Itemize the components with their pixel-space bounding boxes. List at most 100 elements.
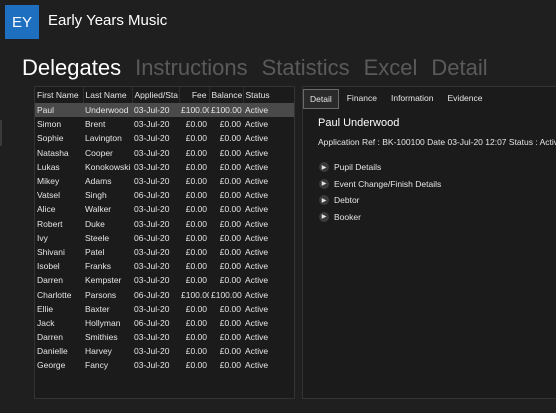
cell-applied: 03-Jul-20: [134, 261, 170, 272]
cell-fee: £100.00: [181, 289, 209, 300]
cell-first-name: Ivy: [37, 232, 48, 243]
col-header-fee[interactable]: Fee: [179, 87, 210, 103]
table-row[interactable]: Vatsel Singh 06-Jul-20 £0.00 £0.00 Active: [35, 188, 294, 202]
cell-applied: 03-Jul-20: [134, 303, 170, 314]
cell-applied: 03-Jul-20: [132, 103, 179, 118]
app-logo: EY: [5, 5, 39, 39]
cell-balance: £0.00: [219, 190, 241, 201]
chevron-right-icon: ▶: [319, 195, 329, 206]
pivot-instructions[interactable]: Instructions: [135, 54, 248, 82]
table-row[interactable]: Isobel Franks 03-Jul-20 £0.00 £0.00 Active: [35, 259, 294, 273]
cell-first-name: Ellie: [37, 303, 54, 314]
col-header-balance[interactable]: Balance: [209, 87, 244, 103]
pivot-delegates[interactable]: Delegates: [22, 54, 121, 82]
cell-last-name: Brent: [85, 119, 106, 130]
cell-first-name: Darren: [37, 275, 63, 286]
cell-fee: £0.00: [185, 119, 207, 130]
table-row[interactable]: Jack Hollyman 06-Jul-20 £0.00 £0.00 Active: [35, 316, 294, 330]
expander-label: Event Change/Finish Details: [334, 178, 442, 189]
table-row[interactable]: Charlotte Parsons 06-Jul-20 £100.00 £100.00 A…: [35, 287, 294, 301]
cell-applied: 03-Jul-20: [134, 275, 170, 286]
table-row[interactable]: Ellie Baxter 03-Jul-20 £0.00 £0.00 Active: [35, 302, 294, 316]
cell-first-name: George: [37, 360, 66, 371]
cell-balance: £0.00: [219, 317, 241, 328]
pivot-detail[interactable]: Detail: [431, 54, 487, 82]
cell-last-name: Singh: [85, 190, 107, 201]
cell-applied: 03-Jul-20: [134, 360, 170, 371]
cell-first-name: Paul: [35, 103, 83, 118]
table-row[interactable]: Alice Walker 03-Jul-20 £0.00 £0.00 Active: [35, 202, 294, 216]
chevron-right-icon: ▶: [319, 162, 329, 173]
cell-fee: £0.00: [185, 218, 207, 229]
cell-fee: £0.00: [185, 232, 207, 243]
table-row[interactable]: George Fancy 03-Jul-20 £0.00 £0.00 Active: [35, 358, 294, 372]
expander-label: Pupil Details: [334, 162, 382, 173]
cell-last-name: Lavington: [85, 133, 122, 144]
cell-first-name: Simon: [37, 119, 62, 130]
cell-balance: £0.00: [219, 246, 241, 257]
expander-event-change[interactable]: ▶ Event Change/Finish Details: [319, 176, 441, 193]
table-row[interactable]: Danielle Harvey 03-Jul-20 £0.00 £0.00 Active: [35, 344, 294, 358]
tab-detail[interactable]: Detail: [303, 89, 339, 109]
tab-information[interactable]: Information: [385, 89, 440, 109]
cell-last-name: Smithies: [85, 332, 118, 343]
cell-last-name: Patel: [85, 246, 105, 257]
cell-balance: £0.00: [219, 261, 241, 272]
detail-panel: Detail Finance Information Evidence Paul…: [302, 86, 556, 399]
table-row[interactable]: Lukas Konokowski 03-Jul-20 £0.00 £0.00 Active: [35, 160, 294, 174]
expander-label: Debtor: [334, 195, 360, 206]
cell-last-name: Cooper: [85, 147, 113, 158]
cell-last-name: Walker: [85, 204, 112, 215]
expander-debtor[interactable]: ▶ Debtor: [319, 192, 441, 209]
cell-status: Active: [245, 176, 269, 187]
cell-last-name: Konokowski: [85, 161, 131, 172]
cell-applied: 03-Jul-20: [134, 218, 170, 229]
cell-status: Active: [245, 246, 269, 257]
cell-fee: £0.00: [185, 317, 207, 328]
table-row[interactable]: Sophie Lavington 03-Jul-20 £0.00 £0.00 Active: [35, 131, 294, 145]
cell-last-name: Harvey: [85, 346, 112, 357]
cell-balance: £0.00: [219, 360, 241, 371]
tab-evidence[interactable]: Evidence: [442, 89, 489, 109]
side-handle[interactable]: [0, 120, 2, 146]
table-row[interactable]: Ivy Steele 06-Jul-20 £0.00 £0.00 Active: [35, 231, 294, 245]
cell-balance: £0.00: [219, 133, 241, 144]
tab-finance[interactable]: Finance: [341, 89, 383, 109]
col-header-first-name[interactable]: First Name: [35, 87, 84, 103]
cell-balance: £0.00: [219, 232, 241, 243]
cell-fee: £0.00: [185, 246, 207, 257]
col-header-status[interactable]: Status: [243, 87, 294, 103]
cell-applied: 06-Jul-20: [134, 317, 170, 328]
app-title: Early Years Music: [48, 12, 168, 29]
cell-first-name: Sophie: [37, 133, 64, 144]
table-row[interactable]: Paul Underwood 03-Jul-20 £100.00 £100.00 Acti…: [35, 103, 294, 118]
cell-fee: £0.00: [185, 147, 207, 158]
cell-status: Active: [245, 303, 269, 314]
cell-fee: £0.00: [185, 360, 207, 371]
cell-balance: £0.00: [219, 119, 241, 130]
pivot-excel[interactable]: Excel: [364, 54, 418, 82]
cell-status: Active: [243, 103, 294, 118]
table-row[interactable]: Shivani Patel 03-Jul-20 £0.00 £0.00 Active: [35, 245, 294, 259]
cell-balance: £0.00: [219, 147, 241, 158]
table-row[interactable]: Darren Smithies 03-Jul-20 £0.00 £0.00 Active: [35, 330, 294, 344]
cell-applied: 06-Jul-20: [134, 190, 170, 201]
pivot-nav: Delegates Instructions Statistics Excel …: [22, 54, 488, 82]
expander-booker[interactable]: ▶ Booker: [319, 209, 441, 226]
cell-applied: 03-Jul-20: [134, 176, 170, 187]
table-row[interactable]: Natasha Cooper 03-Jul-20 £0.00 £0.00 Active: [35, 146, 294, 160]
pivot-statistics[interactable]: Statistics: [262, 54, 350, 82]
col-header-last-name[interactable]: Last Name: [83, 87, 133, 103]
cell-applied: 03-Jul-20: [134, 204, 170, 215]
expander-pupil-details[interactable]: ▶ Pupil Details: [319, 159, 441, 176]
table-row[interactable]: Mikey Adams 03-Jul-20 £0.00 £0.00 Active: [35, 174, 294, 188]
table-row[interactable]: Simon Brent 03-Jul-20 £0.00 £0.00 Active: [35, 117, 294, 131]
cell-first-name: Darren: [37, 332, 63, 343]
cell-status: Active: [245, 204, 269, 215]
cell-balance: £0.00: [219, 303, 241, 314]
cell-last-name: Kempster: [85, 275, 122, 286]
col-header-applied[interactable]: Applied/Sta: [132, 87, 180, 103]
table-row[interactable]: Robert Duke 03-Jul-20 £0.00 £0.00 Active: [35, 217, 294, 231]
delegates-grid: First Name Last Name Applied/Sta Fee Bal…: [35, 87, 294, 373]
table-row[interactable]: Darren Kempster 03-Jul-20 £0.00 £0.00 Active: [35, 273, 294, 287]
